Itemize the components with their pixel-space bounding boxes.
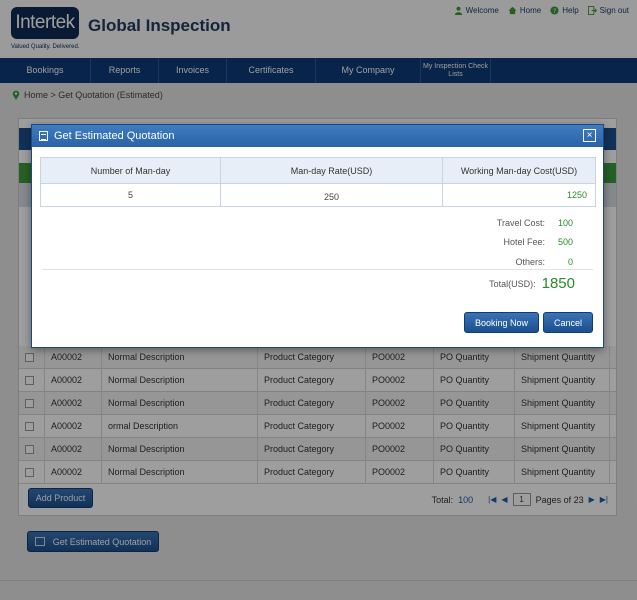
total-value: 1850 <box>541 275 575 292</box>
col-man-day-rate: Man-day Rate(USD) <box>220 157 443 184</box>
hotel-fee-value: 500 <box>557 237 573 248</box>
man-days-value: 5 <box>40 183 221 207</box>
cost-summary: Travel Cost: 100 Hotel Fee: 500 Others: … <box>373 213 573 272</box>
others-value: 0 <box>567 256 573 267</box>
document-icon <box>39 131 48 141</box>
col-working-cost: Working Man-day Cost(USD) <box>442 157 596 184</box>
modal-title: Get Estimated Quotation <box>54 130 175 142</box>
quotation-row: 5 250 1250 <box>40 183 596 207</box>
hotel-fee-label: Hotel Fee: <box>503 237 545 248</box>
travel-cost-value: 100 <box>557 217 573 228</box>
quotation-table: Number of Man-day Man-day Rate(USD) Work… <box>40 157 596 207</box>
booking-now-button[interactable]: Booking Now <box>464 312 539 333</box>
total-row: Total(USD): 1850 <box>489 275 575 292</box>
man-day-rate-value: 250 <box>220 183 443 207</box>
travel-cost-label: Travel Cost: <box>496 217 545 228</box>
cancel-button[interactable]: Cancel <box>543 312 593 333</box>
hotel-fee-row: Hotel Fee: 500 <box>373 233 573 253</box>
working-cost-value: 1250 <box>442 183 596 207</box>
summary-divider <box>42 269 593 270</box>
modal-title-bar: Get Estimated Quotation <box>32 125 603 147</box>
close-button[interactable]: × <box>583 129 596 142</box>
col-man-days: Number of Man-day <box>40 157 221 184</box>
travel-cost-row: Travel Cost: 100 <box>373 213 573 233</box>
others-label: Others: <box>515 256 545 267</box>
quotation-modal: Get Estimated Quotation × Number of Man-… <box>31 124 604 348</box>
total-label: Total(USD): <box>489 278 536 289</box>
